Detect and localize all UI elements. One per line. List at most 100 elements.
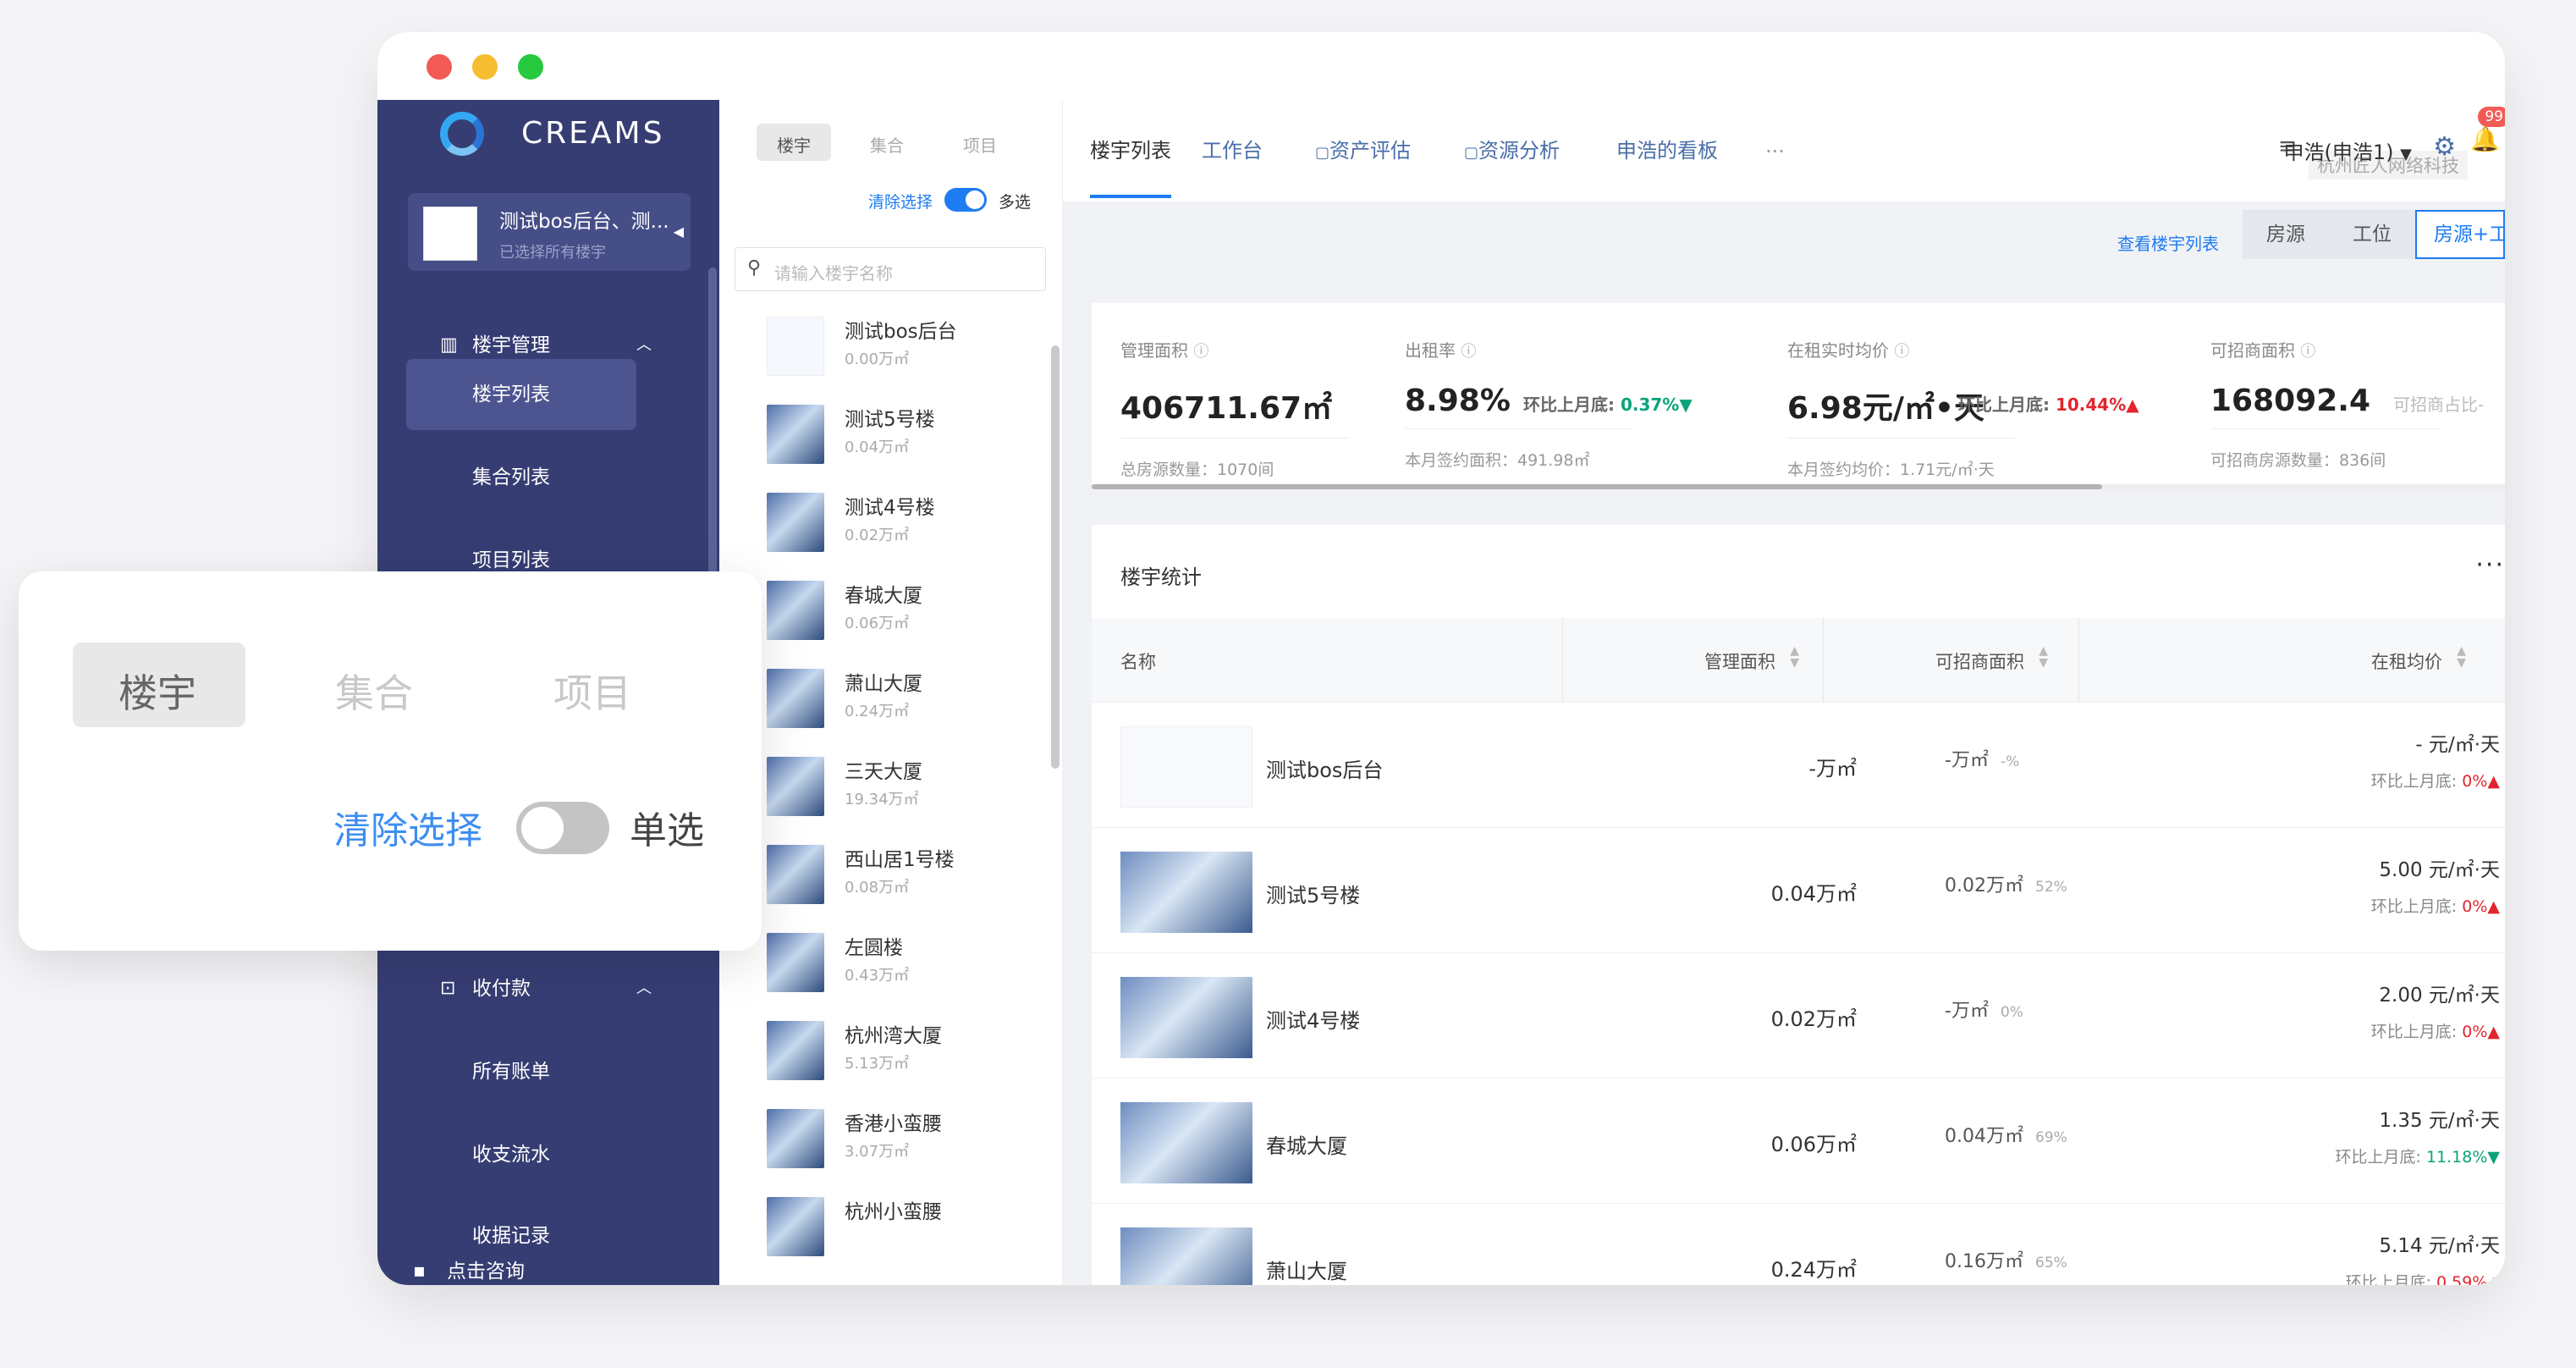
building-list-item[interactable]: 测试bos后台 0.00万㎡ bbox=[719, 303, 1049, 391]
building-area: 0.04万㎡ bbox=[845, 439, 910, 456]
search-icon: ⚲ bbox=[747, 257, 762, 279]
building-name: 萧山大厦 bbox=[845, 673, 922, 695]
building-list-item[interactable]: 西山居1号楼 0.08万㎡ bbox=[719, 831, 1049, 919]
tab-label: 资产评估 bbox=[1329, 139, 1412, 163]
stat-delta: 环比上月底: 0.37%▼ bbox=[1523, 391, 1693, 416]
row-avail-area: 0.04万㎡ 69% bbox=[1945, 1126, 2067, 1147]
view-btn-rooms[interactable]: 房源 bbox=[2243, 210, 2329, 259]
tab-workbench[interactable]: 工作台 bbox=[1202, 134, 1263, 163]
more-icon[interactable]: ··· bbox=[2475, 550, 2505, 580]
header-avail-area[interactable]: 可招商面积 bbox=[1935, 648, 2024, 674]
row-mgmt-area: -万㎡ bbox=[1808, 757, 1857, 781]
close-window-button[interactable] bbox=[427, 54, 452, 80]
selector-title: 测试bos后台、测... bbox=[499, 211, 669, 233]
table-row[interactable]: 测试bos后台 -万㎡ -万㎡ -% - 元/㎡·天 环比上月底: 0%▲ bbox=[1092, 703, 2505, 828]
row-avg-price: 5.00 元/㎡·天 环比上月底: 0%▲ bbox=[2370, 859, 2500, 916]
building-area: 19.34万㎡ bbox=[845, 791, 919, 808]
row-mgmt-area: 0.02万㎡ bbox=[1770, 1007, 1857, 1031]
building-name: 杭州小蛮腰 bbox=[845, 1201, 942, 1223]
sort-icon[interactable]: ▲ ▼ bbox=[1790, 645, 1799, 669]
sort-icon[interactable]: ▲ ▼ bbox=[2457, 645, 2466, 669]
row-avail-pct: 52% bbox=[2035, 879, 2067, 896]
overlay-tab-project[interactable]: 项目 bbox=[553, 663, 631, 719]
building-list-item[interactable]: 杭州小蛮腰 bbox=[719, 1183, 1049, 1271]
picker-tab-collection[interactable]: 集合 bbox=[870, 132, 904, 157]
building-name: 三天大厦 bbox=[845, 761, 922, 783]
view-btn-desks[interactable]: 工位 bbox=[2329, 210, 2415, 259]
building-thumbnail bbox=[767, 1197, 824, 1256]
multi-select-toggle[interactable] bbox=[944, 188, 987, 212]
header-mgmt-area[interactable]: 管理面积 bbox=[1704, 648, 1775, 674]
building-name: 香港小蛮腰 bbox=[845, 1113, 942, 1135]
caret-left-icon: ◀ bbox=[673, 223, 684, 240]
maximize-window-button[interactable] bbox=[518, 54, 543, 80]
building-list-item[interactable]: 香港小蛮腰 3.07万㎡ bbox=[719, 1095, 1049, 1183]
header-divider bbox=[2078, 618, 2079, 703]
clear-selection-link[interactable]: 清除选择 bbox=[868, 190, 933, 212]
table-row[interactable]: 萧山大厦 0.24万㎡ 0.16万㎡ 65% 5.14 元/㎡·天 环比上月底: 0.59… bbox=[1092, 1204, 2505, 1285]
sidebar-item-label: 收据记录 bbox=[472, 1225, 550, 1247]
picker-scrollbar[interactable] bbox=[1051, 345, 1060, 769]
sort-icon[interactable]: ▲ ▼ bbox=[2039, 645, 2048, 669]
building-list-item[interactable]: 春城大厦 0.06万㎡ bbox=[719, 567, 1049, 655]
tab-label: 资源分析 bbox=[1478, 139, 1560, 163]
help-icon[interactable]: ⓘ bbox=[1193, 343, 1208, 361]
building-selector[interactable]: 测试bos后台、测... 已选择所有楼宇 ◀ bbox=[408, 193, 691, 271]
help-icon[interactable]: ⓘ bbox=[1461, 343, 1476, 361]
bell-icon[interactable]: 🔔 bbox=[2470, 125, 2500, 153]
tab-more[interactable]: ... bbox=[1765, 134, 1785, 157]
search-placeholder: 请输入楼宇名称 bbox=[774, 263, 893, 284]
delta-value: 10.44%▲ bbox=[2050, 394, 2139, 415]
table-title: 楼宇统计 bbox=[1120, 565, 1202, 589]
building-thumbnail bbox=[767, 405, 824, 464]
tab-dashboard[interactable]: 申浩的看板 bbox=[1616, 134, 1718, 163]
building-thumbnail bbox=[767, 669, 824, 728]
building-list-item[interactable]: 测试5号楼 0.04万㎡ bbox=[719, 391, 1049, 479]
building-area: 3.07万㎡ bbox=[845, 1143, 910, 1161]
sidebar-item-label: 所有账单 bbox=[472, 1061, 550, 1083]
row-trend: 环比上月底: 0%▲ bbox=[2370, 897, 2500, 916]
active-tab-indicator bbox=[1090, 195, 1171, 198]
overlay-tab-building[interactable]: 楼宇 bbox=[118, 663, 196, 719]
overlay-single-select-toggle[interactable] bbox=[516, 802, 609, 854]
stat-label: 可招商面积 ⓘ bbox=[2210, 340, 2316, 361]
header-avg-price[interactable]: 在租均价 bbox=[2371, 648, 2442, 674]
picker-tab-project[interactable]: 项目 bbox=[963, 132, 997, 157]
delta-label: 可招商占比- bbox=[2393, 394, 2485, 415]
building-list-item[interactable]: 左圆楼 0.43万㎡ bbox=[719, 919, 1049, 1007]
building-search-input[interactable]: ⚲ 请输入楼宇名称 bbox=[735, 247, 1046, 291]
minimize-window-button[interactable] bbox=[472, 54, 498, 80]
help-icon[interactable]: ⓘ bbox=[2300, 343, 2315, 361]
building-name: 测试5号楼 bbox=[845, 409, 935, 431]
user-menu[interactable]: 申浩(申浩1) ▼ bbox=[2284, 135, 2412, 165]
building-list-item[interactable]: 杭州湾大厦 5.13万㎡ bbox=[719, 1007, 1049, 1095]
picker-tab-building[interactable]: 楼宇 bbox=[777, 132, 811, 157]
view-building-list-link[interactable]: 查看楼宇列表 bbox=[2117, 230, 2219, 255]
stat-sub: 本月签约均价：1.71元/㎡·天 bbox=[1787, 461, 1995, 479]
row-avg-price: 5.14 元/㎡·天 环比上月底: 0.59%▲ bbox=[2346, 1229, 2500, 1285]
row-avail-pct: -% bbox=[2000, 753, 2020, 770]
overlay-tab-collection[interactable]: 集合 bbox=[335, 663, 413, 719]
building-name: 西山居1号楼 bbox=[845, 849, 955, 871]
table-row[interactable]: 测试5号楼 0.04万㎡ 0.02万㎡ 52% 5.00 元/㎡·天 环比上月底: 0%▲ bbox=[1092, 828, 2505, 953]
tab-asset-evaluation[interactable]: ▢资产评估 bbox=[1315, 134, 1411, 163]
tab-building-list[interactable]: 楼宇列表 bbox=[1090, 134, 1171, 163]
building-list-item[interactable]: 萧山大厦 0.24万㎡ bbox=[719, 655, 1049, 743]
tab-resource-analysis[interactable]: ▢资源分析 bbox=[1464, 134, 1560, 163]
help-icon[interactable]: ⓘ bbox=[1894, 343, 1909, 361]
stats-scroll-track[interactable] bbox=[1092, 484, 2505, 489]
stats-scroll-thumb[interactable] bbox=[1092, 484, 2102, 489]
gear-icon[interactable]: ⚙ bbox=[2433, 132, 2456, 162]
row-avg-price: 2.00 元/㎡·天 环比上月底: 0%▲ bbox=[2370, 985, 2500, 1041]
sidebar-item-label: 收支流水 bbox=[472, 1144, 550, 1166]
building-list-item[interactable]: 测试4号楼 0.02万㎡ bbox=[719, 479, 1049, 567]
overlay-clear-selection[interactable]: 清除选择 bbox=[333, 800, 482, 854]
chat-icon: ▪ bbox=[413, 1260, 426, 1282]
table-row[interactable]: 春城大厦 0.06万㎡ 0.04万㎡ 69% 1.35 元/㎡·天 环比上月底: 11.1… bbox=[1092, 1078, 2505, 1204]
view-btn-rooms-and-desks[interactable]: 房源+工位 bbox=[2415, 210, 2505, 259]
building-list-item[interactable]: 三天大厦 19.34万㎡ bbox=[719, 743, 1049, 831]
building-area: 0.24万㎡ bbox=[845, 703, 910, 720]
table-row[interactable]: 测试4号楼 0.02万㎡ -万㎡ 0% 2.00 元/㎡·天 环比上月底: 0%▲ bbox=[1092, 953, 2505, 1078]
building-name: 春城大厦 bbox=[845, 585, 922, 607]
table-header: 名称 管理面积 ▲ ▼ 可招商面积 ▲ ▼ 在租均价 ▲ ▼ bbox=[1092, 618, 2505, 703]
